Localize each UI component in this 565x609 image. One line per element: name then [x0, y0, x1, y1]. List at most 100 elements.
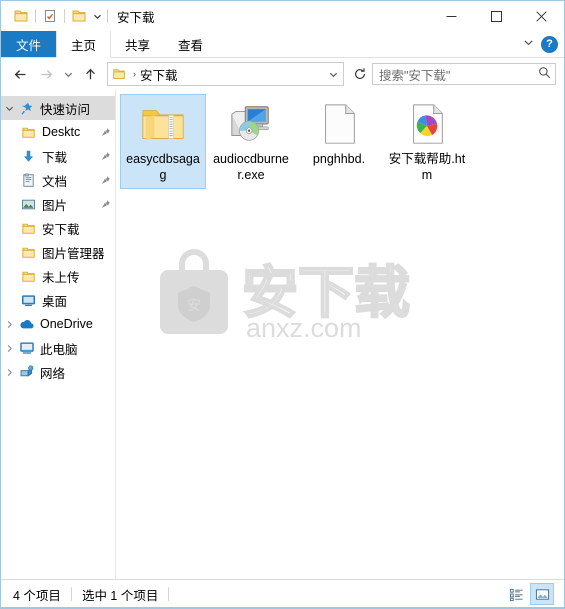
folder-icon: [17, 245, 39, 260]
file-items-container: easycdbsagag audiocdburner.exe pnghhbd. …: [116, 90, 564, 189]
recent-locations-chevron-down-icon[interactable]: [59, 61, 77, 87]
search-placeholder: 搜索"安下载": [379, 68, 451, 83]
ribbon-collapse-chevron-down-icon[interactable]: [523, 37, 534, 51]
sidebar-item-network[interactable]: 网络: [1, 360, 115, 384]
sidebar-item-onedrive[interactable]: OneDrive: [1, 312, 115, 336]
ribbon-tabs: 文件 主页 共享 查看 ?: [1, 31, 564, 58]
sidebar-item-downloads[interactable]: 下载: [1, 144, 115, 168]
window-title: 安下载: [117, 10, 155, 25]
sidebar-item-desktop-quick[interactable]: Desktc: [1, 120, 115, 144]
pin-icon[interactable]: [99, 127, 113, 137]
minimize-button[interactable]: [429, 1, 474, 31]
desktop-monitor-icon: [17, 293, 39, 308]
sidebar-item-desktop[interactable]: 桌面: [1, 288, 115, 312]
html-pinwheel-icon: [403, 100, 451, 148]
sidebar-item-quick-access[interactable]: 快速访问: [1, 96, 115, 120]
qat-separator-3: [107, 9, 108, 23]
sidebar-item-documents[interactable]: 文档: [1, 168, 115, 192]
address-bar: › 安下载 搜索"安下载": [1, 58, 564, 90]
sidebar-item-pictures[interactable]: 图片: [1, 192, 115, 216]
qat-separator-1: [35, 9, 36, 23]
maximize-button[interactable]: [474, 1, 519, 31]
cd-burner-app-icon: [227, 100, 275, 148]
file-item[interactable]: audiocdburner.exe: [208, 94, 294, 189]
large-icons-view-button[interactable]: [530, 583, 554, 605]
pin-icon[interactable]: [99, 175, 113, 185]
network-icon: [17, 364, 37, 380]
status-separator: [70, 587, 72, 601]
tab-file[interactable]: 文件: [1, 31, 57, 57]
cloud-icon: [17, 316, 37, 332]
chevron-right-icon[interactable]: [1, 368, 17, 377]
address-breadcrumb-field[interactable]: › 安下载: [107, 62, 344, 86]
sidebar-item-not-uploaded[interactable]: 未上传: [1, 264, 115, 288]
qat-separator-2: [64, 9, 65, 23]
file-item[interactable]: pnghhbd.: [296, 94, 382, 189]
chevron-right-icon[interactable]: [1, 344, 17, 353]
sidebar-item-label: 快速访问: [40, 102, 91, 117]
folder-icon: [17, 125, 39, 140]
watermark-brand-text: 安下载: [242, 261, 410, 324]
window-controls: [429, 1, 564, 31]
qat-new-folder-icon[interactable]: [68, 5, 90, 27]
qat-customize-caret-icon[interactable]: [90, 5, 104, 27]
pin-icon[interactable]: [99, 151, 113, 161]
zipped-folder-icon: [139, 100, 187, 148]
sidebar-item-label: 未上传: [42, 270, 80, 285]
sidebar-item-label: 此电脑: [40, 342, 78, 357]
star-pin-icon: [17, 101, 37, 116]
sidebar-item-this-pc[interactable]: 此电脑: [1, 336, 115, 360]
up-arrow-icon[interactable]: [77, 61, 103, 87]
chevron-right-icon[interactable]: [1, 320, 17, 329]
file-list-pane[interactable]: 安 安下载 anxz.com easycdbsagag audiocdburne…: [115, 90, 564, 579]
tab-share[interactable]: 共享: [111, 31, 164, 57]
breadcrumb-separator: ›: [133, 68, 136, 79]
folder-icon: [17, 269, 39, 284]
help-button[interactable]: ?: [541, 35, 558, 53]
breadcrumb-folder-icon: [112, 67, 126, 81]
breadcrumb-path[interactable]: 安下载: [140, 65, 178, 84]
sidebar-item-label: 文档: [42, 174, 68, 189]
explorer-body: 快速访问 Desktc 下载 文档 图片 安下载 图片管理器 未上传 桌面 On…: [1, 90, 564, 579]
search-icon[interactable]: [538, 66, 551, 82]
tab-view[interactable]: 查看: [164, 31, 217, 57]
quick-access-toolbar: 安下载: [1, 1, 155, 31]
file-name-label: audiocdburner.exe: [213, 152, 289, 182]
view-mode-buttons: [504, 583, 560, 605]
title-bar: 安下载: [1, 1, 564, 31]
sidebar-item-label: Desktc: [42, 125, 81, 139]
sidebar-item-label: 桌面: [42, 294, 68, 309]
file-name-label: pnghhbd.: [312, 152, 366, 166]
blank-document-icon: [315, 100, 363, 148]
chevron-down-icon[interactable]: [1, 104, 17, 113]
file-explorer-window: 安下载 文件 主页 共享 查看 ? › 安下载 搜索"安下载" 快速访问 Des…: [0, 0, 565, 609]
status-separator-2: [168, 587, 170, 601]
sidebar-item-label: 图片: [42, 198, 68, 213]
file-item[interactable]: 安下载帮助.htm: [384, 94, 470, 189]
this-pc-icon: [17, 340, 37, 356]
pin-icon[interactable]: [99, 199, 113, 209]
file-name-label: 安下载帮助.htm: [388, 152, 466, 182]
back-arrow-icon[interactable]: [7, 61, 33, 87]
watermark-badge-char: 安: [187, 297, 201, 313]
sidebar-item-label: 网络: [40, 366, 66, 381]
qat-properties-icon[interactable]: [39, 5, 61, 27]
sidebar-item-label: 安下载: [42, 222, 80, 237]
address-dropdown-chevron-down-icon[interactable]: [323, 64, 343, 84]
qat-folder-icon[interactable]: [10, 5, 32, 27]
selection-label: 选中 1 个项目: [81, 588, 159, 603]
pictures-icon: [17, 197, 39, 212]
watermark: 安 安下载 anxz.com: [138, 242, 438, 343]
details-view-button[interactable]: [504, 583, 528, 605]
search-input[interactable]: 搜索"安下载": [372, 63, 556, 85]
file-name-label: easycdbsagag: [126, 152, 200, 182]
refresh-icon[interactable]: [348, 62, 372, 86]
navigation-pane[interactable]: 快速访问 Desktc 下载 文档 图片 安下载 图片管理器 未上传 桌面 On…: [1, 90, 115, 579]
close-button[interactable]: [519, 1, 564, 31]
file-item[interactable]: easycdbsagag: [120, 94, 206, 189]
item-count-label: 4 个项目: [13, 588, 61, 603]
sidebar-item-anxiazai[interactable]: 安下载: [1, 216, 115, 240]
forward-arrow-icon[interactable]: [33, 61, 59, 87]
sidebar-item-picture-manager[interactable]: 图片管理器: [1, 240, 115, 264]
tab-home[interactable]: 主页: [56, 31, 112, 58]
